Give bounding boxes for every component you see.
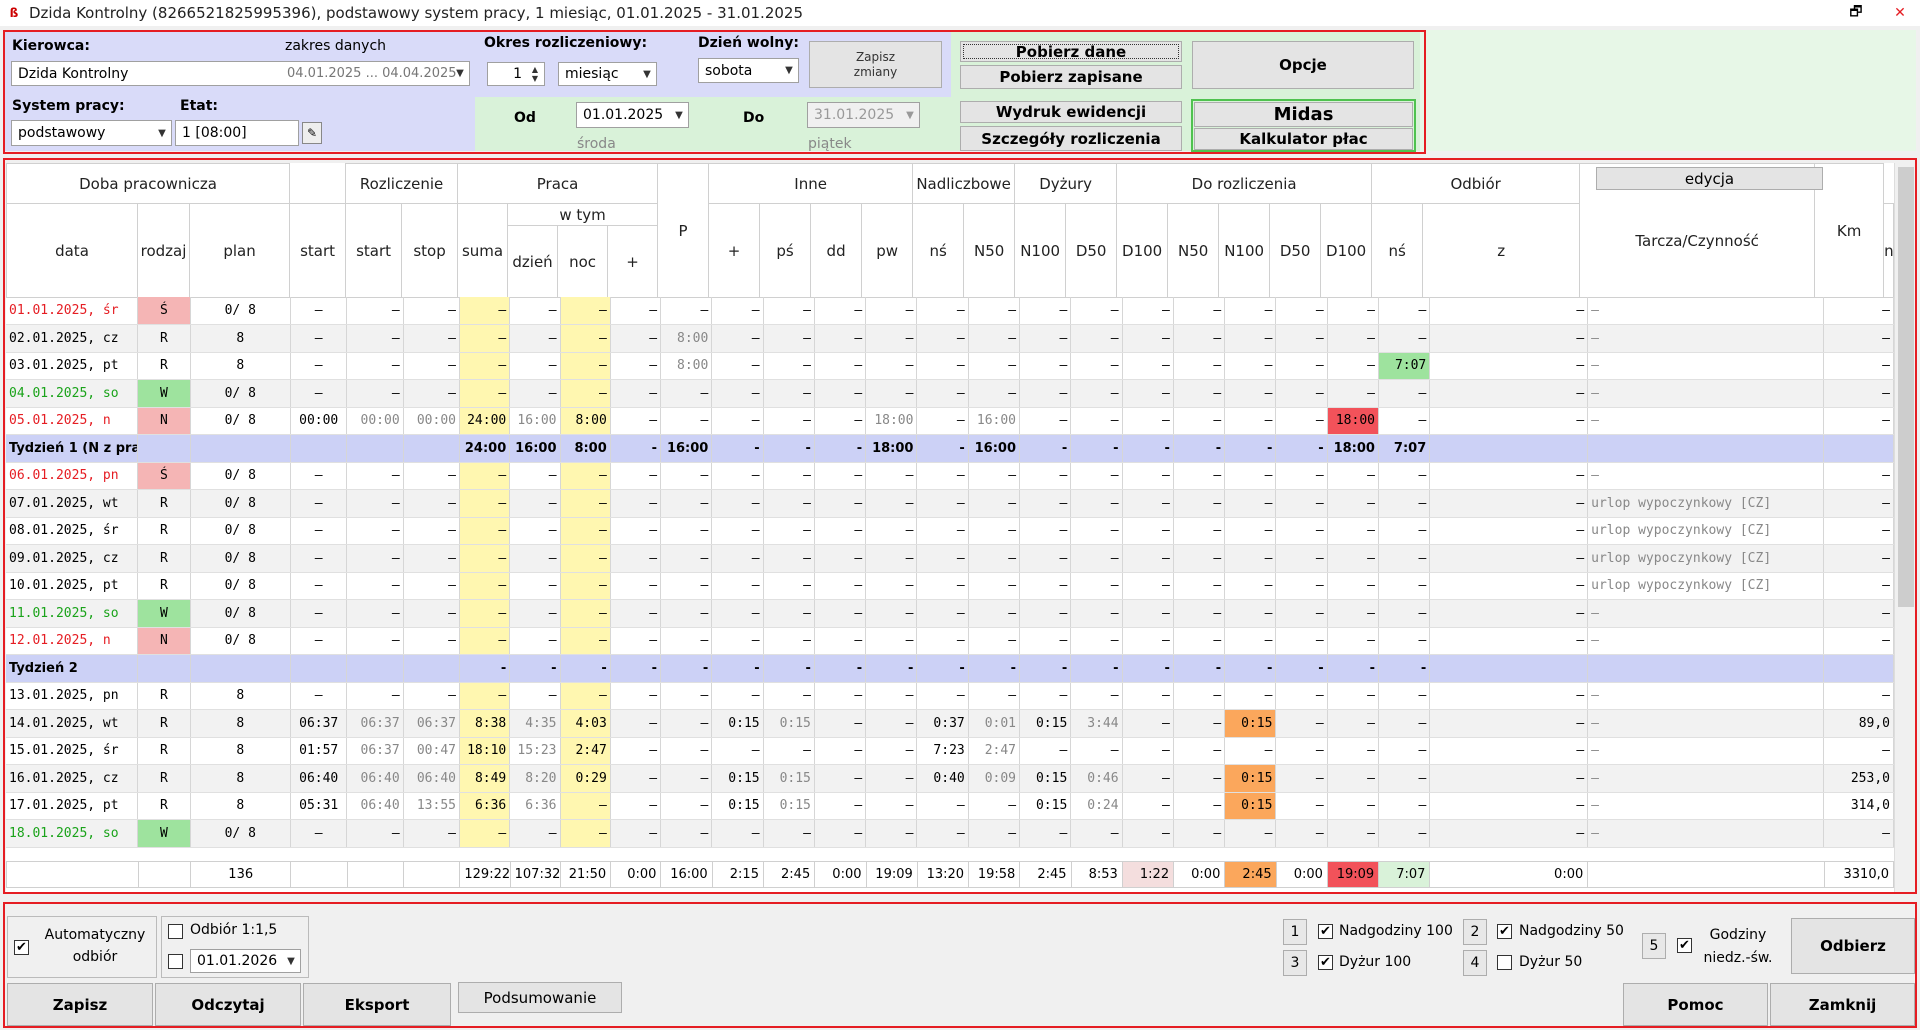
restore-icon[interactable]: 🗗	[1836, 0, 1876, 26]
empty-panel	[1420, 30, 1916, 151]
grid-frame	[3, 158, 1917, 894]
window-title: Dzida Kontrolny (8266521825995396), pods…	[29, 4, 803, 22]
close-icon[interactable]: ✕	[1880, 0, 1920, 26]
app-icon: ß	[9, 6, 19, 20]
bottom-section-frame	[3, 902, 1917, 1028]
title-bar: ß Dzida Kontrolny (8266521825995396), po…	[0, 0, 1920, 26]
top-section-frame	[3, 30, 1426, 154]
